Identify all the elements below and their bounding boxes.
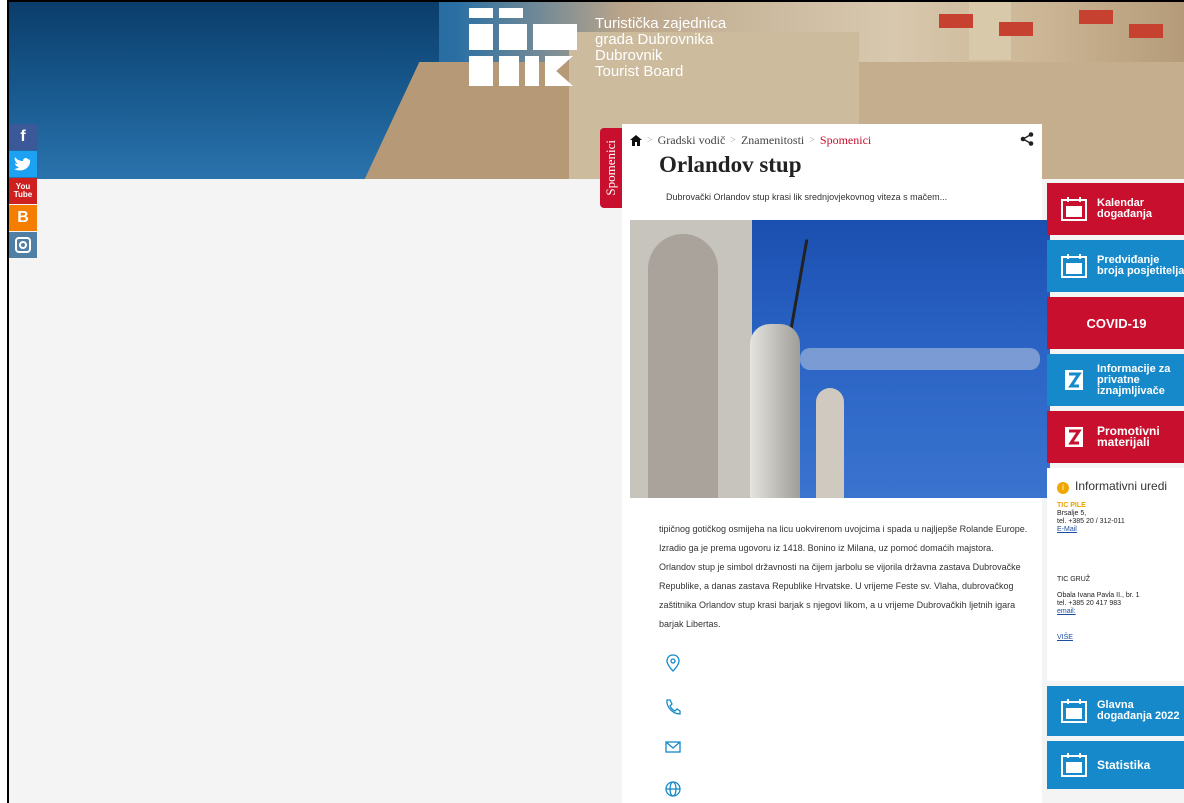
office-phone: tel. +385 20 / 312-011 (1057, 518, 1125, 525)
youtube-icon[interactable]: You Tube (9, 178, 37, 204)
right-rail: Kalendar događanja Predviđanje broja pos… (1047, 183, 1184, 794)
tile-iznajmljivaci[interactable]: Informacije za privatne iznajmljivače (1047, 354, 1184, 406)
page-title: Orlandov stup (659, 152, 802, 177)
phone-icon[interactable] (664, 698, 682, 716)
facebook-icon[interactable]: f (9, 124, 37, 150)
tile-statistika[interactable]: Statistika (1047, 741, 1184, 789)
office-email-link[interactable]: E-Mail (1057, 526, 1178, 534)
tile-label: Promotivni materijali (1097, 424, 1160, 449)
calendar-icon (1061, 699, 1087, 723)
brand-line: Dubrovnik (595, 47, 663, 64)
dubrovnik-logo[interactable] (469, 8, 589, 86)
brand-line: Tourist Board (595, 63, 684, 80)
tile-label: Kalendar događanja (1097, 197, 1153, 220)
article-card: Spomenici > Gradski vodič > Znamenitosti… (600, 124, 1050, 803)
orlando-column-photo (630, 220, 1050, 498)
info-icon: i (1057, 482, 1069, 494)
breadcrumb-item[interactable]: Znamenitosti (741, 133, 804, 148)
office-name: TIC PILE (1057, 502, 1086, 509)
mail-icon[interactable] (664, 738, 682, 756)
page-frame: Turistička zajednica grada Dubrovnika Du… (7, 0, 1184, 803)
tile-predvidanje[interactable]: Predviđanje broja posjetitelja (1047, 240, 1184, 292)
tile-kalendar[interactable]: Kalendar događanja (1047, 183, 1184, 235)
breadcrumb-item-current: Spomenici (819, 133, 872, 147)
tile-promotivni[interactable]: Promotivni materijali (1047, 411, 1184, 463)
office-phone: tel. +385 20 417 983 (1057, 600, 1122, 607)
breadcrumb: > Gradski vodič > Znamenitosti > Spomeni… (630, 133, 871, 148)
blogger-icon[interactable]: B (9, 205, 37, 231)
tile-glavna-dogadanja[interactable]: Glavna događanja 2022 (1047, 686, 1184, 736)
calendar-icon (1061, 753, 1087, 777)
article-lead: Dubrovački Orlandov stup krasi lik sredn… (666, 192, 948, 202)
calendar-icon (1061, 254, 1087, 278)
tile-label: COVID-19 (1086, 315, 1147, 331)
office-address: Obala Ivana Pavla II., br. 1 (1057, 592, 1140, 599)
brand-line: grada Dubrovnika (595, 31, 714, 48)
info-offices: i Informativni uredi TIC PILE Brsalje 5,… (1047, 468, 1184, 681)
tile-covid[interactable]: COVID-19 (1047, 297, 1184, 349)
brand-text: Turistička zajednica grada Dubrovnika Du… (595, 16, 726, 80)
office-email-link[interactable]: email: (1057, 608, 1178, 616)
social-bar: f You Tube B (9, 124, 37, 259)
brand-line: Turistička zajednica (595, 15, 727, 32)
breadcrumb-item[interactable]: Gradski vodič (658, 133, 726, 148)
twitter-icon[interactable] (9, 151, 37, 177)
globe-icon[interactable] (664, 780, 682, 798)
info-title: Informativni uredi (1075, 479, 1168, 493)
home-icon[interactable] (630, 135, 642, 146)
tile-label: Predviđanje broja posjetitelja (1097, 254, 1184, 277)
office-name: TIC GRUŽ (1057, 576, 1091, 583)
calendar-icon (1061, 197, 1087, 221)
location-icon[interactable] (664, 654, 682, 672)
more-link[interactable]: VIŠE (1057, 634, 1178, 642)
category-tab[interactable]: Spomenici (600, 128, 622, 208)
instagram-icon[interactable] (9, 232, 37, 258)
tile-label: Informacije za privatne iznajmljivače (1097, 362, 1171, 397)
share-icon[interactable] (1020, 132, 1034, 146)
article-body: tipičnog gotičkog osmijeha na licu uokvi… (659, 524, 1028, 629)
tile-label: Statistika (1097, 757, 1151, 772)
office-address: Brsalje 5, (1057, 510, 1087, 517)
tile-label: Glavna događanja 2022 (1097, 699, 1180, 722)
tz-logo-icon (1065, 427, 1083, 447)
tz-logo-icon (1065, 370, 1083, 390)
